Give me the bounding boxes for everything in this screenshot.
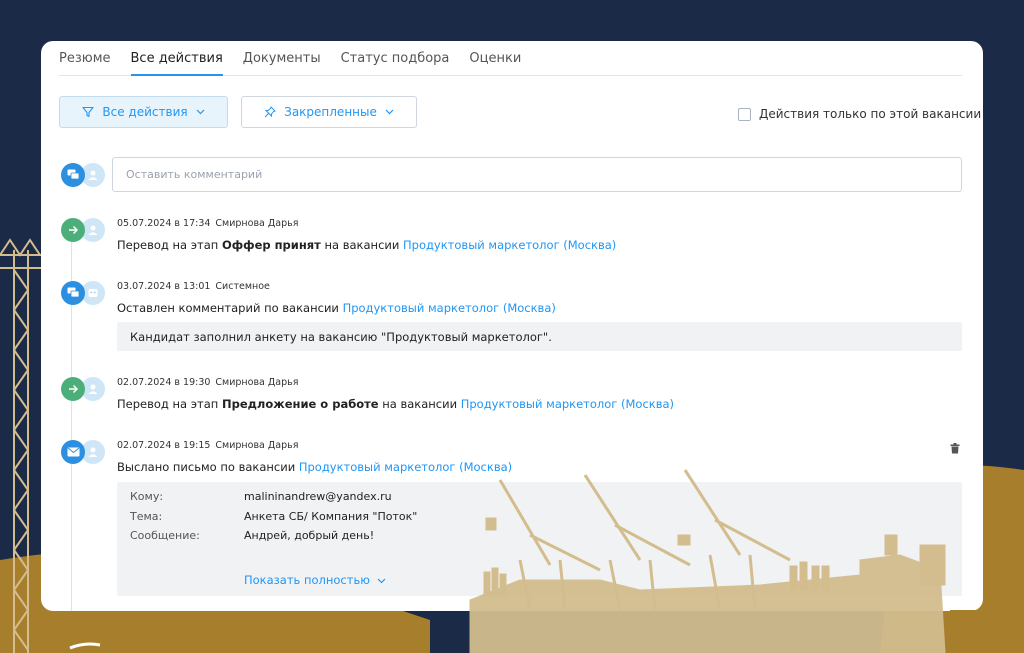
mail-subject-label: Тема: xyxy=(130,510,163,523)
comment-input[interactable] xyxy=(112,157,962,192)
only-vacancy-checkbox[interactable] xyxy=(738,107,751,121)
mail-message-value: Андрей, добрый день! xyxy=(244,529,375,542)
entry-avatars xyxy=(61,218,105,242)
timeline-entry: 02.07.2024 в 19:30 Смирнова Дарья Перевод… xyxy=(117,377,674,411)
entry-text: Выслано письмо по вакансии Продуктовый м… xyxy=(117,460,513,474)
entry-avatars xyxy=(61,440,105,464)
comment-icon xyxy=(61,163,85,187)
filter-actions-button[interactable]: Все действия xyxy=(59,96,228,128)
comment-icon xyxy=(61,281,85,305)
mail-to-row: Кому: malininandrew@yandex.ru xyxy=(130,490,392,503)
tab-documents[interactable]: Документы xyxy=(243,51,321,76)
tab-all-actions[interactable]: Все действия xyxy=(130,51,223,76)
tab-selection-status[interactable]: Статус подбора xyxy=(341,51,450,76)
chevron-down-icon xyxy=(377,578,386,584)
vacancy-link[interactable]: Продуктовый маркетолог (Москва) xyxy=(461,397,674,411)
entry-meta: 02.07.2024 в 19:15 Смирнова Дарья xyxy=(117,440,512,451)
arrow-right-icon xyxy=(61,218,85,242)
pin-icon xyxy=(264,106,277,118)
entry-text: Перевод на этап Оффер принят на вакансии… xyxy=(117,238,617,252)
comment-note: Кандидат заполнил анкету на вакансию "Пр… xyxy=(117,322,962,351)
tab-ratings[interactable]: Оценки xyxy=(469,51,521,76)
pinned-button[interactable]: Закрепленные xyxy=(241,96,417,128)
entry-author: Смирнова Дарья xyxy=(215,218,299,229)
entry-date: 03.07.2024 в 13:01 xyxy=(117,281,211,292)
comment-note-text: Кандидат заполнил анкету на вакансию "Пр… xyxy=(130,329,552,344)
comment-avatars xyxy=(61,163,105,187)
mail-subject-row: Тема: Анкета СБ/ Компания "Поток" xyxy=(130,510,417,523)
vacancy-link[interactable]: Продуктовый маркетолог (Москва) xyxy=(343,301,556,315)
entry-meta: 02.07.2024 в 19:30 Смирнова Дарья xyxy=(117,377,674,388)
vacancy-link[interactable]: Продуктовый маркетолог (Москва) xyxy=(299,460,512,474)
entry-avatars xyxy=(61,377,105,401)
entry-text: Оставлен комментарий по вакансии Продукт… xyxy=(117,301,556,315)
mail-to-value: malininandrew@yandex.ru xyxy=(244,490,392,503)
mail-details: Кому: malininandrew@yandex.ru Тема: Анке… xyxy=(117,482,962,596)
trash-icon xyxy=(950,443,960,454)
timeline-entry: 05.07.2024 в 17:34 Смирнова Дарья Перевод… xyxy=(117,218,616,252)
mail-icon xyxy=(61,440,85,464)
entry-author: Системное xyxy=(215,281,270,292)
tab-resume[interactable]: Резюме xyxy=(59,51,111,76)
candidate-panel: Резюме Все действия Документы Статус под… xyxy=(41,41,983,611)
entry-date: 05.07.2024 в 17:34 xyxy=(117,218,211,229)
show-more-link[interactable]: Показать полностью xyxy=(244,573,386,587)
entry-date: 02.07.2024 в 19:15 xyxy=(117,440,211,451)
vacancy-link[interactable]: Продуктовый маркетолог (Москва) xyxy=(403,238,616,252)
stage-name: Предложение о работе xyxy=(221,397,379,411)
entry-author: Смирнова Дарья xyxy=(215,377,299,388)
delete-button[interactable] xyxy=(950,439,960,458)
mail-subject-value: Анкета СБ/ Компания "Поток" xyxy=(244,510,418,523)
only-vacancy-label: Действия только по этой вакансии xyxy=(759,107,982,121)
chevron-down-icon xyxy=(196,109,205,115)
only-vacancy-filter[interactable]: Действия только по этой вакансии xyxy=(738,107,981,121)
tab-bar: Резюме Все действия Документы Статус под… xyxy=(59,51,962,76)
entry-meta: 05.07.2024 в 17:34 Смирнова Дарья xyxy=(117,218,616,229)
entry-text: Перевод на этап Предложение о работе на … xyxy=(117,397,675,411)
entry-avatars xyxy=(61,281,105,305)
mail-to-label: Кому: xyxy=(130,490,164,503)
timeline-entry: 02.07.2024 в 19:15 Смирнова Дарья Выслано… xyxy=(117,440,512,474)
mail-message-label: Сообщение: xyxy=(130,529,200,542)
mail-message-row: Сообщение: Андрей, добрый день! xyxy=(130,529,374,542)
pinned-label: Закрепленные xyxy=(284,105,377,119)
filter-icon xyxy=(82,106,94,118)
chevron-down-icon xyxy=(385,109,394,115)
stage-name: Оффер принят xyxy=(221,238,321,252)
entry-author: Смирнова Дарья xyxy=(215,440,299,451)
timeline-entry: 03.07.2024 в 13:01 Системное Оставлен ком… xyxy=(117,281,556,315)
arrow-right-icon xyxy=(61,377,85,401)
entry-meta: 03.07.2024 в 13:01 Системное xyxy=(117,281,556,292)
entry-date: 02.07.2024 в 19:30 xyxy=(117,377,211,388)
filter-actions-label: Все действия xyxy=(102,105,188,119)
